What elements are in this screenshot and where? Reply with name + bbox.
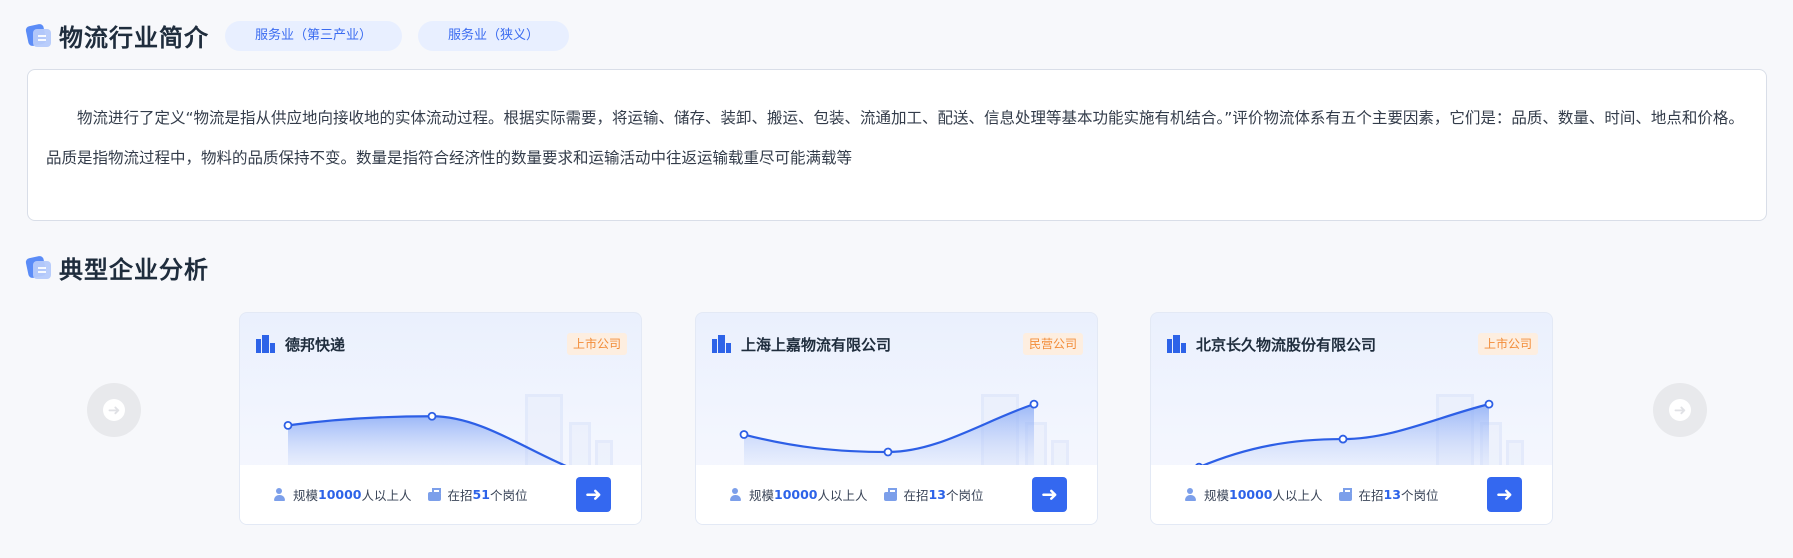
enterprise-card[interactable]: 北京长久物流股份有限公司 上市公司 规模 10000 人以上人 在招 13 个岗位 ➜	[1150, 312, 1553, 525]
trend-chart	[739, 399, 1039, 477]
card-header: 北京长久物流股份有限公司 上市公司	[1167, 333, 1538, 355]
scale-stat: 规模 10000 人以上人	[273, 485, 412, 504]
people-icon	[273, 488, 286, 501]
industry-tag-tertiary[interactable]: 服务业（第三产业）	[225, 20, 403, 51]
company-type-badge: 上市公司	[1477, 333, 1538, 355]
enterprise-card[interactable]: 上海上嘉物流有限公司 民营公司 规模 10000 人以上人 在招 13 个岗位 ➜	[695, 312, 1098, 525]
trend-chart	[283, 411, 583, 477]
intro-text: 物流进行了定义“物流是指从供应地向接收地的实体流动过程。根据实际需要，将运输、储…	[27, 69, 1767, 221]
view-detail-button[interactable]: ➜	[1487, 477, 1522, 512]
arrow-right-icon: ➜	[1041, 482, 1058, 506]
company-name: 上海上嘉物流有限公司	[741, 335, 892, 354]
trend-point	[1338, 434, 1348, 444]
company-type-badge: 上市公司	[566, 333, 627, 355]
briefcase-icon	[427, 488, 441, 501]
enterprise-card[interactable]: 德邦快递 上市公司 规模 10000 人以上人 在招 51 个岗位 ➜	[239, 312, 642, 525]
carousel-prev-button[interactable]: ➜	[87, 383, 141, 437]
view-detail-button[interactable]: ➜	[1032, 477, 1067, 512]
trend-point	[427, 411, 437, 421]
scale-stat: 规模 10000 人以上人	[1184, 485, 1323, 504]
card-header: 上海上嘉物流有限公司 民营公司	[712, 333, 1083, 355]
intro-header: 物流行业简介 服务业（第三产业） 服务业（狭义）	[25, 18, 570, 53]
arrow-left-icon: ➜	[103, 399, 125, 421]
industry-tag-narrow[interactable]: 服务业（狭义）	[418, 20, 570, 51]
building-icon	[712, 335, 732, 353]
section-icon	[25, 22, 53, 49]
intro-title: 物流行业简介	[59, 24, 209, 52]
trend-chart	[1194, 399, 1494, 477]
people-icon	[729, 488, 742, 501]
arrow-right-icon: ➜	[1496, 482, 1513, 506]
company-name: 德邦快递	[285, 335, 346, 354]
trend-point	[883, 447, 893, 457]
enterprise-header: 典型企业分析	[25, 250, 209, 285]
scale-stat: 规模 10000 人以上人	[729, 485, 868, 504]
arrow-right-icon: ➜	[585, 482, 602, 506]
company-name: 北京长久物流股份有限公司	[1196, 335, 1377, 354]
briefcase-icon	[1338, 488, 1352, 501]
jobs-stat: 在招 13 个岗位	[1338, 485, 1438, 504]
building-icon	[256, 335, 276, 353]
people-icon	[1184, 488, 1197, 501]
trend-point	[1484, 399, 1494, 409]
card-header: 德邦快递 上市公司	[256, 333, 627, 355]
company-type-badge: 民营公司	[1022, 333, 1083, 355]
trend-point	[283, 421, 293, 430]
section-icon	[25, 254, 53, 281]
trend-point	[739, 430, 749, 439]
enterprise-title: 典型企业分析	[59, 256, 209, 284]
building-icon	[1167, 335, 1187, 353]
trend-point	[1029, 399, 1039, 409]
arrow-right-icon: ➜	[1669, 399, 1691, 421]
briefcase-icon	[883, 488, 897, 501]
jobs-stat: 在招 13 个岗位	[883, 485, 983, 504]
carousel-next-button[interactable]: ➜	[1653, 383, 1707, 437]
jobs-stat: 在招 51 个岗位	[427, 485, 527, 504]
view-detail-button[interactable]: ➜	[576, 477, 611, 512]
